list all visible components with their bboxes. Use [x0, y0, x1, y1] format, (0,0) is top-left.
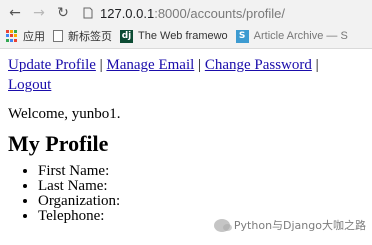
bookmark-label: Article Archive — S	[253, 30, 348, 42]
apps-icon	[6, 30, 18, 42]
page-title: My Profile	[8, 131, 109, 156]
django-icon: dj	[120, 29, 133, 43]
nav-separator: |	[99, 57, 103, 73]
profile-field-organization: Organization:	[38, 194, 364, 209]
watermark-text: Python与Django大咖之路	[233, 219, 366, 232]
change-password-link[interactable]: Change Password	[205, 57, 312, 73]
nav-separator: |	[198, 57, 202, 73]
reload-icon[interactable]: ↻	[54, 4, 72, 22]
manage-email-link[interactable]: Manage Email	[106, 57, 194, 73]
browser-chrome: ← → ↻ 127.0.0.1:8000/accounts/profile/ 应…	[0, 0, 372, 49]
url-path: :8000/accounts/profile/	[154, 5, 286, 21]
bookmark-label: The Web framewo	[138, 30, 228, 42]
logout-link[interactable]: Logout	[8, 77, 51, 93]
page-info-icon[interactable]	[82, 7, 94, 19]
back-arrow-icon[interactable]: ←	[6, 4, 24, 22]
bookmark-label: 新标签页	[68, 31, 112, 43]
profile-field-last-name: Last Name:	[38, 179, 364, 194]
bookmark-apps[interactable]: 应用	[6, 28, 45, 44]
forward-arrow-icon[interactable]: →	[30, 4, 48, 22]
page-icon	[53, 30, 63, 42]
wechat-icon	[213, 218, 232, 232]
bookmark-django[interactable]: dj The Web framewo	[120, 29, 228, 43]
nav-separator: |	[315, 57, 319, 73]
url-host: 127.0.0.1	[100, 5, 155, 21]
profile-field-first-name: First Name:	[38, 164, 364, 179]
address-bar[interactable]: 127.0.0.1:8000/accounts/profile/	[78, 3, 366, 23]
welcome-message: Welcome, yunbo1.	[8, 106, 121, 122]
page-content: Update Profile | Manage Email | Change P…	[0, 49, 372, 224]
bookmark-new-tab[interactable]: 新标签页	[53, 28, 112, 44]
bookmark-article-archive[interactable]: S Article Archive — S	[235, 29, 348, 43]
s-icon: S	[235, 29, 249, 43]
browser-toolbar: ← → ↻ 127.0.0.1:8000/accounts/profile/	[0, 0, 372, 26]
bookmark-label: 应用	[23, 31, 45, 43]
bookmarks-bar: 应用 新标签页 dj The Web framewo S Article Arc…	[0, 26, 372, 48]
watermark: Python与Django大咖之路	[213, 217, 366, 233]
profile-fields-list: First Name: Last Name: Organization: Tel…	[8, 164, 364, 224]
update-profile-link[interactable]: Update Profile	[8, 57, 96, 73]
account-nav: Update Profile | Manage Email | Change P…	[8, 55, 364, 95]
